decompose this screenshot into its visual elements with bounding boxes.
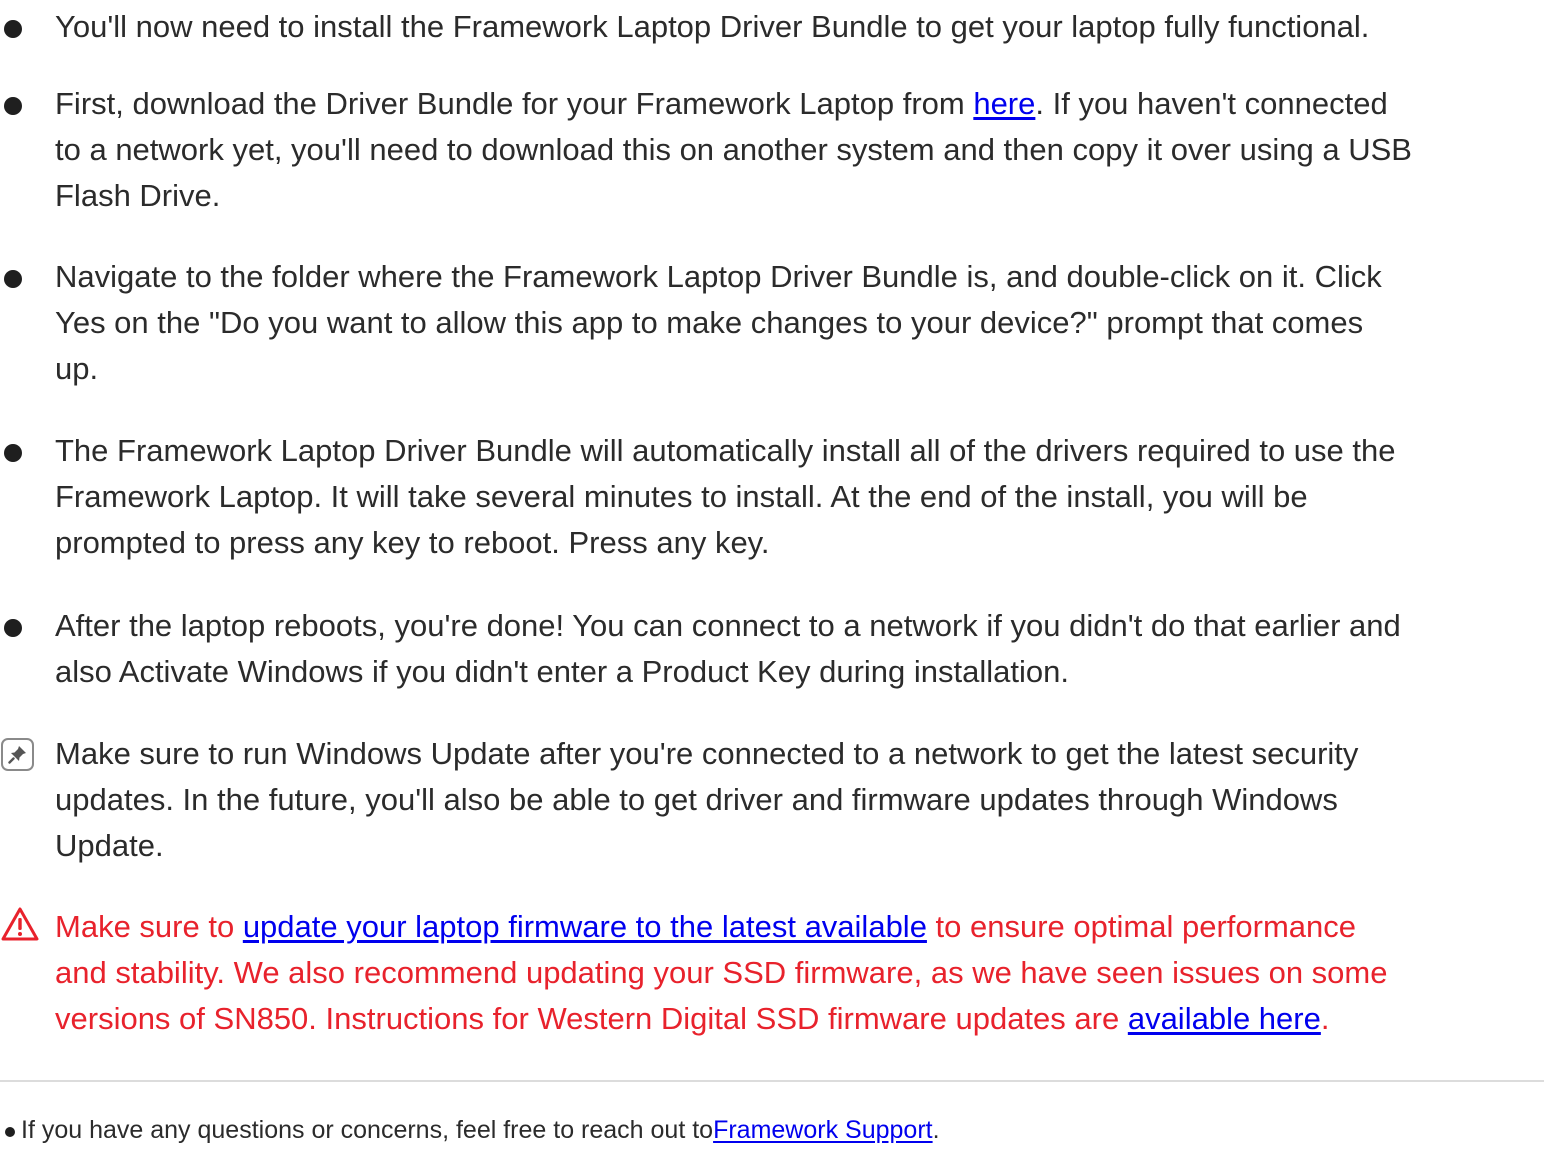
footer-punctuation: . [932, 1116, 940, 1144]
step-line: up. [55, 351, 99, 386]
warning-line: versions of SN850. Instructions for West… [55, 996, 1545, 1042]
warning-icon [0, 906, 40, 942]
bullet-icon [4, 97, 22, 115]
step-line-text: First, download the Driver Bundle for yo… [55, 86, 974, 121]
step-line: Yes on the "Do you want to allow this ap… [55, 305, 1364, 340]
warning-line-text: versions of SN850. Instructions for West… [55, 1001, 1128, 1036]
step-line-text: . If you haven't connected [1035, 86, 1388, 121]
bullet-icon [4, 270, 22, 288]
driver-bundle-download-link[interactable]: here [973, 86, 1035, 121]
footer-text: If you have any questions or concerns, f… [21, 1110, 940, 1150]
note-line: Update. [55, 828, 164, 863]
pin-icon [1, 738, 34, 771]
laptop-firmware-update-link[interactable]: update your laptop firmware to the lates… [243, 909, 927, 944]
step-text: Navigate to the folder where the Framewo… [55, 254, 1545, 392]
step-text: After the laptop reboots, you're done! Y… [55, 603, 1545, 695]
step-line: The Framework Laptop Driver Bundle will … [55, 433, 1396, 468]
step-line: Navigate to the folder where the Framewo… [55, 259, 1382, 294]
step-line: to a network yet, you'll need to downloa… [55, 132, 1412, 167]
warning-line-text: . [1320, 1001, 1330, 1036]
section-divider [0, 1080, 1544, 1082]
step-line: Framework Laptop. It will take several m… [55, 479, 1308, 514]
warning-line-text: to ensure optimal performance [926, 909, 1356, 944]
step-text: Make sure to update your laptop firmware… [55, 904, 1545, 1042]
bullet-icon [4, 619, 22, 637]
step-line: First, download the Driver Bundle for yo… [55, 81, 1545, 127]
bullet-icon [5, 1127, 15, 1137]
step-line: After the laptop reboots, you're done! Y… [55, 608, 1401, 643]
step-text: The Framework Laptop Driver Bundle will … [55, 428, 1545, 566]
warning-line: and stability. We also recommend updatin… [55, 955, 1388, 990]
ssd-firmware-instructions-link[interactable]: available here [1128, 1001, 1321, 1036]
note-line: Make sure to run Windows Update after yo… [55, 736, 1359, 771]
warning-line-text: Make sure to [55, 909, 243, 944]
bullet-icon [4, 20, 22, 38]
step-line: You'll now need to install the Framework… [55, 9, 1370, 44]
step-text: First, download the Driver Bundle for yo… [55, 81, 1545, 219]
step-text: You'll now need to install the Framework… [55, 4, 1545, 50]
step-line: prompted to press any key to reboot. Pre… [55, 525, 770, 560]
framework-support-link[interactable]: Framework Support [713, 1116, 933, 1144]
footer-message: If you have any questions or concerns, f… [21, 1116, 714, 1144]
step-text: Make sure to run Windows Update after yo… [55, 731, 1545, 869]
step-line: Flash Drive. [55, 178, 221, 213]
warning-line: Make sure to update your laptop firmware… [55, 904, 1545, 950]
note-line: updates. In the future, you'll also be a… [55, 782, 1338, 817]
step-line: also Activate Windows if you didn't ente… [55, 654, 1069, 689]
bullet-icon [4, 444, 22, 462]
